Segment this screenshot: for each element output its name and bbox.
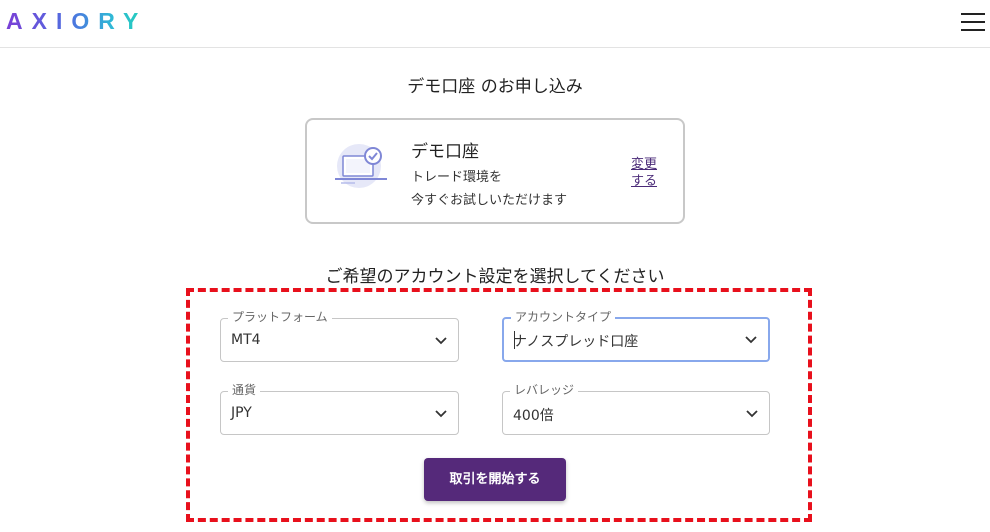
currency-label: 通貨 — [228, 383, 261, 397]
account-type-card: デモ口座 トレード環境を 今すぐお試しいただけます 変更する — [305, 118, 685, 224]
currency-value: JPY — [231, 405, 252, 421]
hamburger-menu-icon[interactable] — [961, 11, 985, 33]
chevron-down-icon — [745, 336, 757, 344]
page-title: デモ口座 のお申し込み — [407, 77, 583, 97]
currency-select[interactable]: 通貨 JPY — [220, 383, 459, 435]
account-type-label: アカウントタイプ — [511, 310, 616, 324]
account-type-select[interactable]: アカウントタイプ ナノスプレッド口座 — [502, 310, 770, 362]
platform-label: プラットフォーム — [228, 310, 332, 324]
change-account-link[interactable]: 変更する — [631, 156, 663, 190]
axiory-logo[interactable]: AXIORY — [6, 8, 147, 35]
account-name: デモ口座 — [411, 142, 479, 162]
start-trading-button[interactable]: 取引を開始する — [424, 458, 566, 501]
laptop-check-icon — [335, 144, 387, 188]
account-type-value: ナノスプレッド口座 — [513, 334, 639, 350]
platform-value: MT4 — [231, 332, 261, 348]
leverage-select[interactable]: レバレッジ 400倍 — [502, 383, 770, 435]
leverage-value: 400倍 — [513, 408, 554, 424]
platform-select[interactable]: プラットフォーム MT4 — [220, 310, 459, 362]
chevron-down-icon — [746, 410, 758, 418]
account-description-line2: 今すぐお試しいただけます — [411, 193, 568, 208]
top-header: AXIORY — [0, 0, 990, 48]
chevron-down-icon — [435, 337, 447, 345]
leverage-label: レバレッジ — [510, 383, 579, 397]
chevron-down-icon — [435, 410, 447, 418]
account-description-line1: トレード環境を — [411, 170, 503, 185]
settings-heading: ご希望のアカウント設定を選択してください — [325, 267, 665, 287]
